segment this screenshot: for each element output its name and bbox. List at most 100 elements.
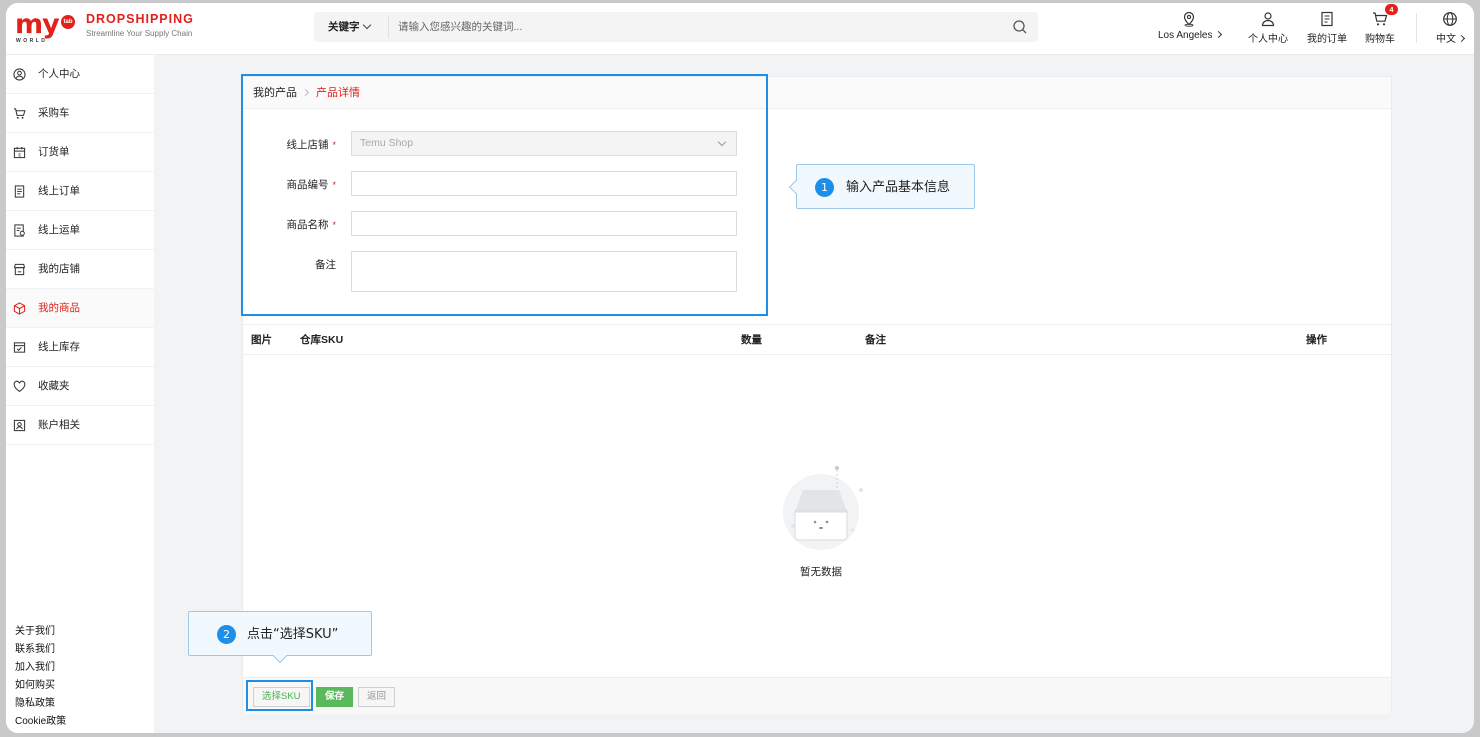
- remark-textarea[interactable]: [351, 251, 737, 292]
- cart-icon: [1373, 12, 1388, 26]
- callout-step-1: 1 输入产品基本信息: [788, 164, 975, 209]
- sidebar-item-account-settings[interactable]: 账户相关: [6, 406, 154, 445]
- sidebar-item-label: 线上库存: [38, 341, 80, 353]
- sidebar-item-label: 线上订单: [38, 185, 80, 197]
- chevron-right-icon: [1214, 30, 1222, 39]
- column-header-quantity: 数量: [741, 334, 762, 346]
- brand-logo[interactable]: my tab WORLD: [15, 11, 77, 45]
- column-header-remark: 备注: [865, 334, 886, 346]
- sidebar-item-favorites[interactable]: 收藏夹: [6, 367, 154, 406]
- required-mark: *: [332, 140, 336, 150]
- search-type-dropdown[interactable]: 关键字: [328, 12, 371, 42]
- empty-state-text: 暂无数据: [800, 566, 842, 578]
- store-select-value: Temu Shop: [360, 137, 414, 149]
- sidebar-item-online-inventory[interactable]: 线上库存: [6, 328, 154, 367]
- search-divider: [388, 16, 389, 38]
- sidebar-item-label: 采购车: [38, 107, 70, 119]
- chevron-right-icon: [301, 88, 310, 97]
- breadcrumb-parent[interactable]: 我的产品: [253, 87, 297, 99]
- store-select[interactable]: Temu Shop: [351, 131, 737, 156]
- product-name-label: 商品名称 *: [286, 219, 336, 231]
- location-pin-icon: [1184, 11, 1195, 27]
- select-sku-button[interactable]: 选择SKU: [253, 687, 310, 707]
- empty-box-icon: [783, 466, 863, 550]
- required-mark: *: [332, 180, 336, 190]
- sidebar-item-label: 收藏夹: [38, 380, 70, 392]
- sidebar-item-label: 个人中心: [38, 68, 80, 80]
- brand-text: DROPSHIPPING Streamline Your Supply Chai…: [86, 12, 194, 38]
- sidebar-item-online-orders[interactable]: 线上订单: [6, 172, 154, 211]
- nav-cart-label: 购物车: [1365, 34, 1395, 45]
- chevron-right-icon: [1457, 34, 1466, 43]
- globe-icon: [1443, 12, 1457, 26]
- logo-mark: my: [15, 9, 60, 40]
- chevron-down-icon: [717, 137, 727, 147]
- user-circle-icon: [13, 68, 26, 81]
- document-icon: [14, 185, 25, 198]
- sidebar-item-label: 账户相关: [38, 419, 80, 431]
- empty-state: 暂无数据: [773, 460, 869, 579]
- nav-orders-label: 我的订单: [1307, 34, 1347, 45]
- logo-badge: tab: [61, 15, 75, 29]
- sidebar-item-account-center[interactable]: 个人中心: [6, 55, 154, 94]
- sidebar-item-online-waybills[interactable]: 线上运单: [6, 211, 154, 250]
- cart-count-badge: 4: [1385, 4, 1398, 15]
- column-header-image: 图片: [251, 334, 272, 346]
- search-type-label: 关键字: [328, 21, 360, 33]
- footer-link-how-to-buy[interactable]: 如何购买: [15, 677, 66, 695]
- required-mark: *: [332, 220, 336, 230]
- sidebar-item-my-stores[interactable]: 我的店铺: [6, 250, 154, 289]
- cart-icon: [13, 108, 26, 119]
- footer-link-privacy[interactable]: 隐私政策: [15, 695, 66, 713]
- nav-account[interactable]: 个人中心: [1248, 11, 1288, 45]
- back-button[interactable]: 返回: [358, 687, 396, 707]
- breadcrumb-current: 产品详情: [316, 87, 360, 99]
- orders-icon: [1321, 11, 1333, 27]
- product-code-input[interactable]: [351, 171, 737, 196]
- sidebar-item-label: 线上运单: [38, 224, 80, 236]
- heart-icon: [13, 380, 26, 393]
- remark-label: 备注: [315, 259, 336, 271]
- sidebar-item-purchase-orders[interactable]: $ 订货单: [6, 133, 154, 172]
- sidebar-item-label: 我的店铺: [38, 263, 80, 275]
- footer-link-contact[interactable]: 联系我们: [15, 641, 66, 659]
- column-header-warehouse-sku: 仓库SKU: [300, 334, 344, 346]
- callout-text: 输入产品基本信息: [846, 180, 951, 195]
- nav-cart[interactable]: 4 购物车: [1365, 4, 1398, 45]
- sidebar-item-my-products[interactable]: 我的商品: [6, 289, 154, 328]
- callout-step-2: 2 点击“选择SKU”: [188, 611, 372, 664]
- store-label: 线上店铺 *: [286, 139, 336, 151]
- logo-subtext: WORLD: [16, 38, 48, 44]
- language-selector[interactable]: 中文: [1436, 11, 1466, 45]
- product-name-input[interactable]: [351, 211, 737, 236]
- header-divider: [1416, 13, 1417, 43]
- form-actions-bar: 选择SKU 保存 返回: [243, 677, 1391, 714]
- sku-table-header: 图片 仓库SKU 数量 备注 操作: [243, 324, 1391, 355]
- user-icon: [1261, 12, 1275, 27]
- step-number-badge: 2: [217, 625, 236, 644]
- svg-text:$: $: [18, 152, 21, 157]
- product-code-label: 商品编号 *: [286, 179, 336, 191]
- sidebar-item-label: 我的商品: [38, 302, 80, 314]
- location-selector[interactable]: Los Angeles: [1158, 11, 1222, 41]
- callout-text: 点击“选择SKU”: [247, 627, 339, 642]
- search-icon[interactable]: [1012, 19, 1028, 35]
- chevron-down-icon: [362, 20, 371, 30]
- sidebar-item-purchase-cart[interactable]: 采购车: [6, 94, 154, 133]
- store-icon: [13, 263, 26, 276]
- footer-link-about[interactable]: 关于我们: [15, 623, 66, 641]
- sidebar-item-label: 订货单: [38, 146, 70, 158]
- step-number-badge: 1: [815, 178, 834, 197]
- search-input[interactable]: [392, 12, 992, 42]
- top-header: my tab WORLD DROPSHIPPING Streamline You…: [6, 3, 1474, 55]
- brand-subtitle: Streamline Your Supply Chain: [86, 29, 193, 38]
- waybill-icon: [14, 224, 25, 237]
- app-window: my tab WORLD DROPSHIPPING Streamline You…: [6, 3, 1474, 733]
- footer-link-cookie[interactable]: Cookie政策: [15, 713, 66, 731]
- footer-link-join[interactable]: 加入我们: [15, 659, 66, 677]
- nav-orders[interactable]: 我的订单: [1307, 11, 1347, 45]
- account-icon: [13, 419, 26, 432]
- save-button[interactable]: 保存: [316, 687, 354, 707]
- brand-title: DROPSHIPPING: [86, 12, 194, 26]
- sidebar-footer-links: 关于我们 联系我们 加入我们 如何购买 隐私政策 Cookie政策: [15, 623, 66, 731]
